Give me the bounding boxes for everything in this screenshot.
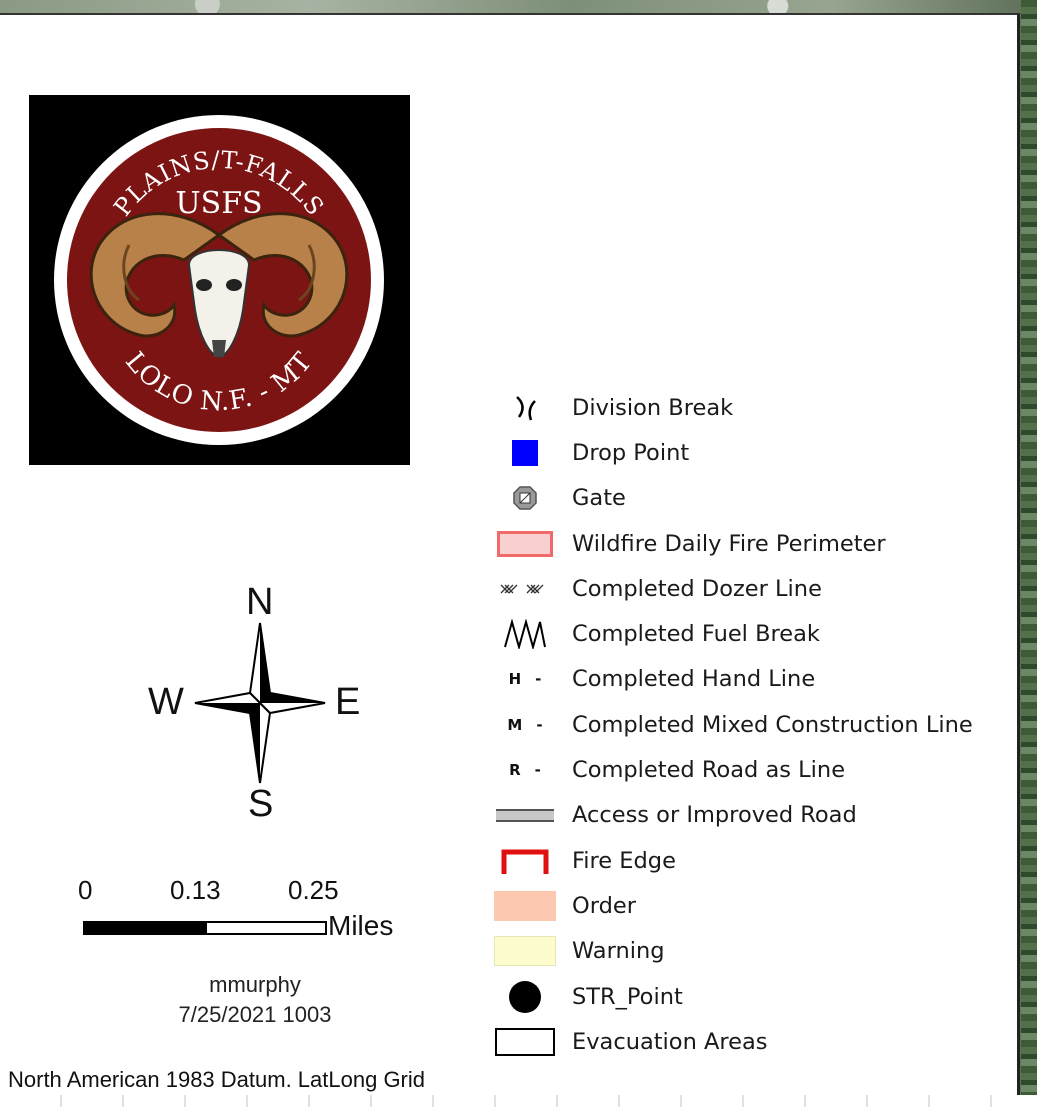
scale-tick-0: 0: [78, 875, 93, 905]
dozer-line-icon: [500, 584, 544, 594]
legend-item: R- Completed Road as Line: [509, 757, 846, 784]
scale-segment-black: [83, 921, 205, 935]
legend-label: Gate: [572, 485, 626, 512]
legend-item: Fire Edge: [490, 838, 1010, 883]
legend-item: M- Completed Mixed Construction Line: [507, 711, 973, 738]
legend-label: Completed Road as Line: [572, 757, 846, 784]
road-line-icon: R: [509, 761, 521, 780]
perimeter-icon: [497, 530, 553, 557]
scale-segment-white: [205, 921, 327, 935]
legend-label: Completed Hand Line: [572, 666, 816, 693]
legend-label: Warning: [572, 938, 665, 965]
hand-line-icon: H: [508, 670, 522, 689]
legend-label: Completed Fuel Break: [572, 621, 820, 648]
road-icon: [496, 808, 554, 822]
fire-edge-icon: [501, 849, 549, 874]
east-label: E: [335, 681, 361, 723]
legend-label: Fire Edge: [572, 847, 676, 874]
evac-box-icon: [495, 1027, 555, 1056]
logo-middle-text: USFS: [175, 186, 262, 221]
division-break-icon: [516, 395, 536, 421]
legend-item: Access or Improved Road: [490, 793, 1010, 838]
fuel-break-icon: [504, 619, 546, 650]
legend-item: Division Break: [490, 385, 1010, 430]
north-arrow: N S W E: [140, 581, 380, 825]
north-label: N: [246, 581, 274, 623]
south-label: S: [248, 783, 274, 825]
legend-item: Gate: [490, 476, 1010, 521]
legend-label: Completed Mixed Construction Line: [572, 711, 973, 738]
legend-item: Drop Point: [490, 430, 1010, 475]
legend-label: Division Break: [572, 394, 734, 421]
legend-label: Drop Point: [572, 439, 690, 466]
scale-units: Miles: [328, 910, 394, 941]
author-name: mmurphy: [209, 972, 301, 997]
datum-note: North American 1983 Datum. LatLong Grid: [8, 1067, 426, 1092]
legend-item: H- Completed Hand Line: [508, 666, 816, 693]
legend-item: Evacuation Areas: [490, 1019, 1010, 1064]
author-block: mmurphy 7/25/2021 1003: [120, 970, 390, 1030]
scale-tick-2: 0.25: [288, 875, 339, 905]
legend-label: Wildfire Daily Fire Perimeter: [572, 530, 886, 557]
legend: Division Break Drop Point Gate Wildfire …: [490, 385, 1010, 1064]
legend-item: Warning: [490, 929, 1010, 974]
order-swatch-icon: [494, 890, 556, 921]
legend-item: Wildfire Daily Fire Perimeter: [490, 521, 1010, 566]
warning-swatch-icon: [494, 936, 556, 967]
mixed-line-icon: M: [507, 715, 523, 734]
aerial-imagery-edge: [1021, 0, 1037, 1107]
legend-label: Access or Improved Road: [572, 802, 857, 829]
usfs-logo: PLAINS/T-FALLS USFS LOLO N.F. - MT: [29, 95, 410, 465]
west-label: W: [148, 681, 184, 723]
legend-item: Completed Dozer Line: [490, 566, 1010, 611]
scale-bar: 0 0.13 0.25 Miles: [60, 875, 440, 955]
map-grid-ticks: [0, 1095, 1037, 1107]
map-legend-panel: PLAINS/T-FALLS USFS LOLO N.F. - MT N S W…: [0, 13, 1020, 1095]
blue-square-icon: [512, 439, 538, 466]
legend-label: Evacuation Areas: [572, 1028, 768, 1055]
scale-tick-1: 0.13: [170, 875, 221, 905]
map-datetime: 7/25/2021 1003: [178, 1002, 332, 1027]
legend-item: Order: [490, 883, 1010, 928]
legend-item: STR_Point: [490, 974, 1010, 1019]
legend-label: STR_Point: [572, 983, 683, 1010]
black-dot-icon: [509, 980, 541, 1013]
legend-item: Completed Fuel Break: [490, 611, 1010, 656]
legend-label: Completed Dozer Line: [572, 575, 822, 602]
legend-label: Order: [572, 892, 636, 919]
ram-skull-emblem: PLAINS/T-FALLS USFS LOLO N.F. - MT: [54, 115, 384, 445]
gate-icon: [513, 486, 537, 510]
